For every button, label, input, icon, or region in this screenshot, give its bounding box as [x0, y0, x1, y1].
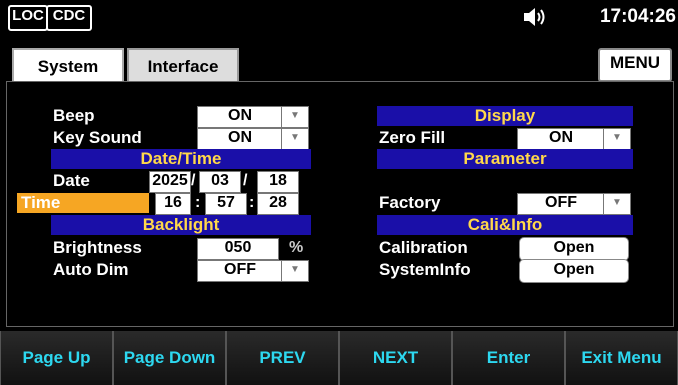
parameter-header: Parameter — [377, 149, 633, 169]
time-hour-field[interactable]: 16 — [155, 193, 191, 215]
factory-label: Factory — [379, 193, 441, 212]
dropdown-arrow-icon: ▼ — [281, 261, 308, 281]
clock: 17:04:26 — [599, 6, 676, 27]
brightness-field[interactable]: 050 — [197, 238, 279, 260]
page-down-softkey[interactable]: Page Down — [113, 331, 226, 385]
backlight-header: Backlight — [51, 215, 311, 235]
calibration-label: Calibration — [379, 238, 468, 257]
dropdown-arrow-icon: ▼ — [603, 129, 630, 149]
beep-label: Beep — [53, 106, 95, 125]
auto-dim-label: Auto Dim — [53, 260, 129, 279]
auto-dim-select[interactable]: OFF ▼ — [197, 260, 309, 282]
time-separator: : — [249, 194, 255, 211]
date-separator: / — [191, 172, 196, 189]
time-label: Time — [21, 193, 61, 212]
cdc-badge: CDC — [46, 5, 92, 31]
zero-fill-label: Zero Fill — [379, 128, 446, 147]
beep-select[interactable]: ON ▼ — [197, 106, 309, 128]
date-year-field[interactable]: 2025 — [149, 171, 191, 193]
time-separator: : — [195, 194, 201, 211]
date-month-field[interactable]: 03 — [199, 171, 241, 193]
settings-panel: Beep ON ▼ Key Sound ON ▼ Date/Time Date … — [6, 81, 674, 327]
prev-softkey[interactable]: PREV — [226, 331, 339, 385]
time-second-field[interactable]: 28 — [257, 193, 299, 215]
factory-value: OFF — [545, 194, 577, 211]
enter-softkey[interactable]: Enter — [452, 331, 565, 385]
cali-info-header: Cali&Info — [377, 215, 633, 235]
tab-system[interactable]: System — [12, 48, 124, 84]
tab-interface[interactable]: Interface — [127, 48, 239, 84]
beep-value: ON — [228, 107, 252, 124]
dropdown-arrow-icon: ▼ — [281, 129, 308, 149]
date-label: Date — [53, 171, 90, 190]
speaker-volume-icon[interactable] — [523, 7, 547, 27]
zero-fill-value: ON — [549, 129, 573, 146]
factory-select[interactable]: OFF ▼ — [517, 193, 631, 215]
time-minute-field[interactable]: 57 — [205, 193, 247, 215]
date-separator: / — [243, 172, 248, 189]
auto-dim-value: OFF — [224, 261, 256, 278]
key-sound-value: ON — [228, 129, 252, 146]
key-sound-label: Key Sound — [53, 128, 142, 147]
zero-fill-select[interactable]: ON ▼ — [517, 128, 631, 150]
systeminfo-open-button[interactable]: Open — [519, 259, 629, 283]
brightness-label: Brightness — [53, 238, 142, 257]
systeminfo-label: SystemInfo — [379, 260, 471, 279]
dropdown-arrow-icon: ▼ — [603, 194, 630, 214]
display-header: Display — [377, 106, 633, 126]
dropdown-arrow-icon: ▼ — [281, 107, 308, 127]
calibration-open-button[interactable]: Open — [519, 237, 629, 261]
exit-menu-softkey[interactable]: Exit Menu — [565, 331, 678, 385]
softkey-bar: Page Up Page Down PREV NEXT Enter Exit M… — [0, 331, 678, 385]
key-sound-select[interactable]: ON ▼ — [197, 128, 309, 150]
date-day-field[interactable]: 18 — [257, 171, 299, 193]
menu-button[interactable]: MENU — [598, 48, 672, 82]
brightness-unit: % — [289, 239, 304, 256]
datetime-header: Date/Time — [51, 149, 311, 169]
next-softkey[interactable]: NEXT — [339, 331, 452, 385]
loc-badge: LOC — [8, 5, 48, 31]
page-up-softkey[interactable]: Page Up — [0, 331, 113, 385]
